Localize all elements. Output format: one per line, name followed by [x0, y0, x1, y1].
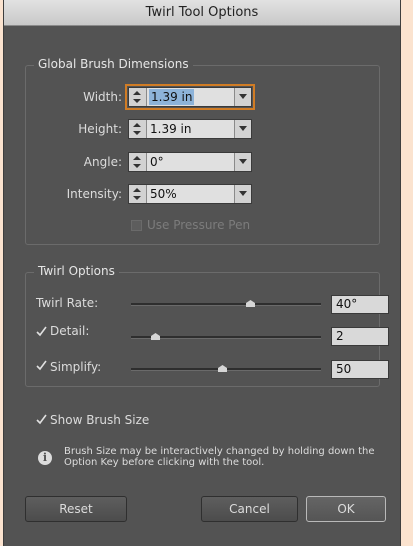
cancel-button[interactable]: Cancel [201, 496, 298, 522]
reset-button[interactable]: Reset [25, 496, 127, 522]
stepper-arrows-icon [133, 123, 141, 135]
detail-field[interactable]: 2 [331, 327, 389, 346]
stepper-arrows-icon [133, 91, 141, 103]
show-brush-size-checkbox[interactable] [36, 414, 47, 425]
height-value[interactable]: 1.39 in [150, 121, 191, 137]
intensity-combo[interactable]: 50% [128, 184, 252, 204]
info-text-line-1: Brush Size may be interactively changed … [64, 446, 375, 457]
twirl-rate-field[interactable]: 40° [331, 295, 389, 314]
checkmark-icon [36, 414, 47, 425]
simplify-field[interactable]: 50 [331, 360, 389, 379]
width-dropdown-button[interactable] [234, 88, 251, 106]
width-stepper[interactable] [129, 88, 147, 106]
detail-checkbox[interactable] [36, 326, 47, 337]
dialog-title: Twirl Tool Options [4, 0, 400, 26]
chevron-down-icon [239, 94, 247, 99]
twirl-rate-slider[interactable] [131, 303, 321, 306]
twirl-tool-options-dialog: Twirl Tool Options Global Brush Dimensio… [3, 0, 401, 546]
group-title-twirl: Twirl Options [34, 264, 119, 278]
chevron-down-icon [239, 126, 247, 131]
intensity-label: Intensity: [66, 187, 122, 201]
simplify-slider-thumb[interactable] [217, 365, 227, 372]
angle-dropdown-button[interactable] [234, 153, 251, 171]
simplify-checkbox[interactable] [36, 360, 47, 371]
checkmark-icon [36, 326, 47, 337]
info-text-line-2: Option Key before clicking with the tool… [64, 457, 265, 468]
width-value[interactable]: 1.39 in [149, 89, 195, 105]
detail-label: Detail: [50, 324, 90, 338]
chevron-down-icon [239, 159, 247, 164]
angle-value[interactable]: 0° [150, 154, 164, 170]
width-combo[interactable]: 1.39 in [125, 84, 255, 110]
use-pressure-pen-checkbox[interactable] [131, 220, 142, 231]
use-pressure-pen-label: Use Pressure Pen [147, 218, 251, 232]
intensity-dropdown-button[interactable] [234, 185, 251, 203]
ok-button[interactable]: OK [306, 496, 386, 522]
height-dropdown-button[interactable] [234, 120, 251, 138]
twirl-rate-slider-thumb[interactable] [246, 300, 256, 307]
width-label: Width: [83, 90, 122, 104]
chevron-down-icon [239, 191, 247, 196]
twirl-rate-label: Twirl Rate: [36, 296, 99, 310]
stepper-arrows-icon [133, 188, 141, 200]
angle-label: Angle: [83, 155, 122, 169]
height-stepper[interactable] [129, 120, 147, 138]
checkmark-icon [36, 360, 47, 371]
angle-combo[interactable]: 0° [128, 152, 252, 172]
height-combo[interactable]: 1.39 in [128, 119, 252, 139]
group-title-global: Global Brush Dimensions [34, 57, 193, 71]
detail-slider-thumb[interactable] [151, 333, 161, 340]
stepper-arrows-icon [133, 156, 141, 168]
intensity-value[interactable]: 50% [150, 186, 177, 202]
height-label: Height: [78, 122, 122, 136]
info-icon: i [38, 451, 52, 465]
simplify-label: Simplify: [50, 360, 102, 374]
show-brush-size-label: Show Brush Size [50, 413, 150, 427]
intensity-stepper[interactable] [129, 185, 147, 203]
angle-stepper[interactable] [129, 153, 147, 171]
